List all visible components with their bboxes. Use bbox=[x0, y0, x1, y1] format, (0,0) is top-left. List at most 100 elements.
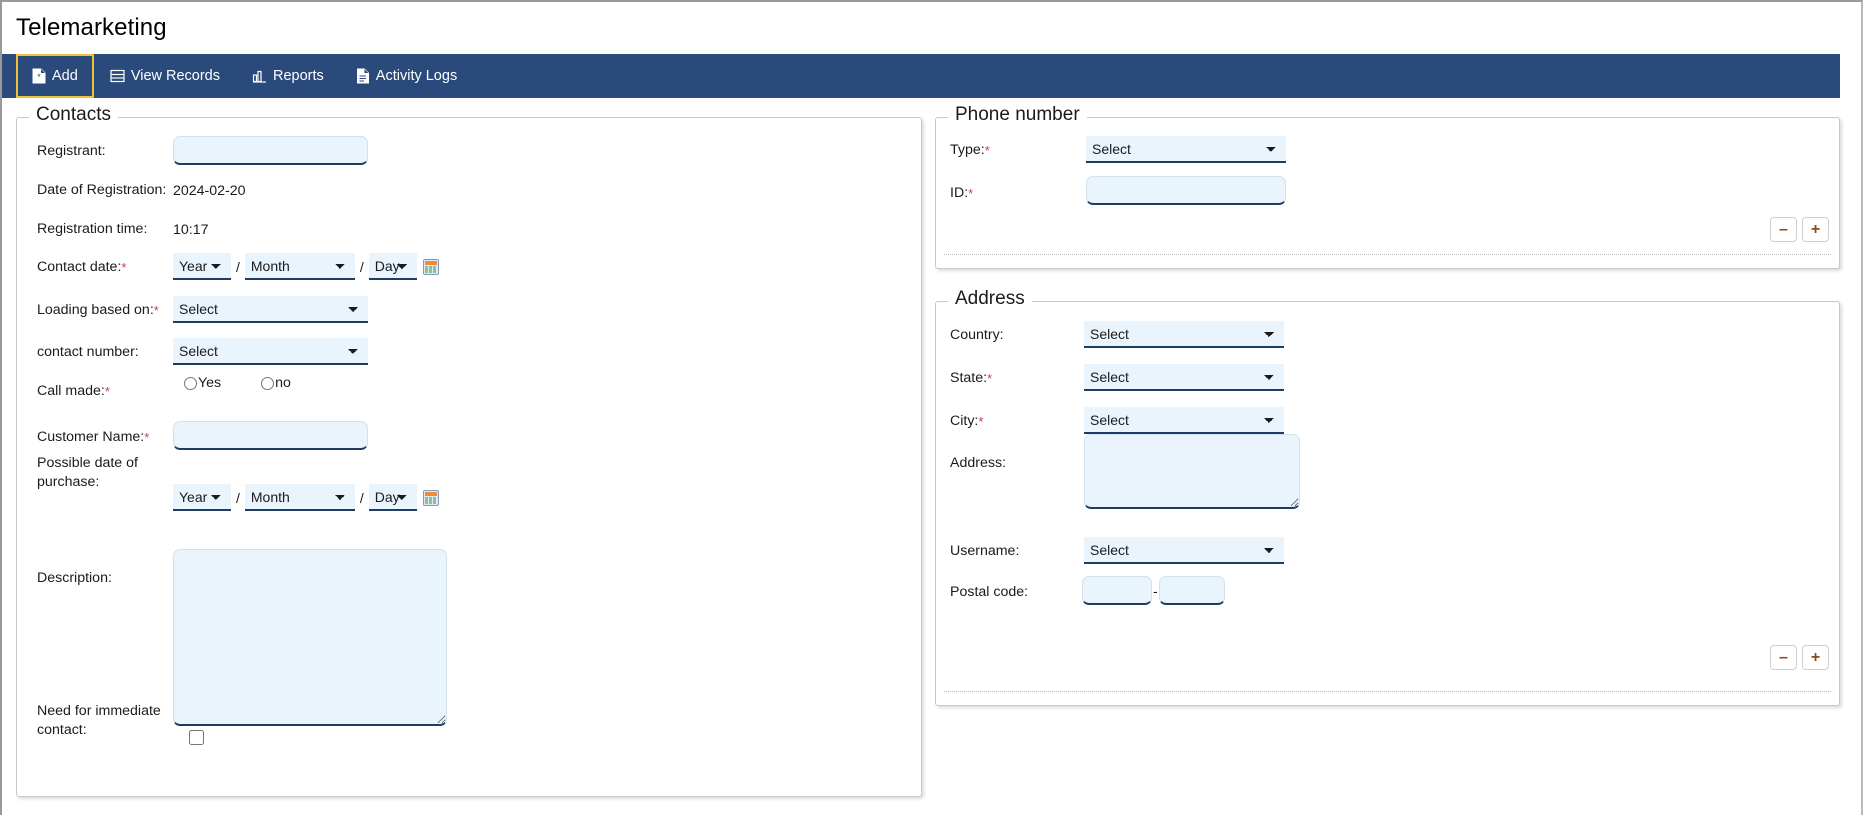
address-field-label: Address: bbox=[950, 455, 1006, 471]
document-log-icon bbox=[356, 68, 370, 84]
country-label: Country: bbox=[950, 327, 1004, 343]
phone-type-label-wrap: Type: * bbox=[950, 141, 990, 160]
file-add-icon: * bbox=[32, 68, 46, 84]
city-label: City: bbox=[950, 413, 979, 429]
possible-date-year-select[interactable]: Year bbox=[173, 484, 231, 511]
customer-name-label: Customer Name: bbox=[37, 429, 145, 445]
need-immediate-contact-line2: contact: bbox=[37, 722, 87, 739]
postal-code-controls: - bbox=[1082, 576, 1225, 605]
loading-based-on-label-wrap: Loading based on: * bbox=[37, 301, 159, 320]
call-made-radio-no[interactable] bbox=[261, 376, 275, 390]
loading-based-on-label: Loading based on: bbox=[37, 302, 154, 318]
list-records-icon bbox=[110, 69, 125, 83]
loading-based-on-select[interactable]: Select bbox=[173, 296, 368, 323]
description-label: Description: bbox=[37, 570, 112, 586]
call-made-option-no[interactable]: no bbox=[261, 375, 331, 391]
page-title: Telemarketing bbox=[16, 14, 167, 41]
postal-code-label: Postal code: bbox=[950, 584, 1029, 600]
call-made-label-wrap: Call made: * bbox=[37, 382, 110, 401]
description-textarea[interactable] bbox=[173, 549, 447, 726]
contact-date-required: * bbox=[121, 260, 127, 276]
registrant-row: Registrant: bbox=[37, 142, 177, 161]
need-immediate-contact-checkbox[interactable] bbox=[189, 730, 204, 745]
phone-remove-row-button[interactable]: – bbox=[1770, 217, 1797, 242]
country-select[interactable]: Select bbox=[1084, 321, 1284, 348]
phone-id-input[interactable] bbox=[1086, 176, 1286, 205]
contact-date-label: Contact date: bbox=[37, 259, 122, 275]
tab-add-label: Add bbox=[52, 68, 78, 84]
need-immediate-contact-label-wrap: Need for immediate contact: bbox=[37, 702, 167, 740]
phone-panel-divider bbox=[944, 254, 1831, 255]
username-label-wrap: Username: bbox=[950, 542, 1019, 561]
loading-based-on-required: * bbox=[153, 303, 159, 319]
contact-number-select[interactable]: Select bbox=[173, 338, 368, 365]
date-of-registration-row: Date of Registration: 2024-02-20 bbox=[37, 181, 246, 200]
postal-code-part1-input[interactable] bbox=[1082, 576, 1152, 605]
state-label: State: bbox=[950, 370, 988, 386]
tab-view-records[interactable]: View Records bbox=[94, 54, 236, 98]
postal-code-label-wrap: Postal code: bbox=[950, 583, 1028, 602]
page-frame: Telemarketing * Add View Records Reports… bbox=[0, 0, 1863, 815]
registration-time-value: 10:17 bbox=[173, 221, 209, 238]
calendar-icon[interactable] bbox=[422, 258, 439, 275]
call-made-radio-yes[interactable] bbox=[184, 376, 197, 390]
customer-name-input[interactable] bbox=[173, 421, 368, 450]
postal-code-separator: - bbox=[1153, 582, 1158, 599]
state-required: * bbox=[987, 371, 993, 387]
possible-date-day-select[interactable]: Day bbox=[368, 484, 417, 511]
calendar-icon[interactable] bbox=[422, 489, 439, 506]
contact-date-month-select[interactable]: Month bbox=[244, 253, 355, 280]
phone-id-label: ID: bbox=[950, 185, 969, 201]
phone-type-select[interactable]: Select bbox=[1086, 136, 1286, 163]
tab-activity-logs[interactable]: Activity Logs bbox=[340, 54, 473, 98]
address-row-actions: – + bbox=[1770, 645, 1829, 670]
phone-number-legend: Phone number bbox=[948, 104, 1087, 126]
username-select[interactable]: Select bbox=[1084, 537, 1284, 564]
call-made-label: Call made: bbox=[37, 383, 105, 399]
call-made-label-yes: Yes bbox=[198, 375, 222, 391]
address-field-label-wrap: Address: bbox=[950, 454, 1006, 473]
contacts-panel: Contacts Registrant: Date of Registratio… bbox=[16, 104, 922, 797]
address-textarea[interactable] bbox=[1084, 434, 1300, 509]
address-panel-divider bbox=[944, 691, 1831, 692]
tab-add[interactable]: * Add bbox=[16, 54, 94, 98]
state-label-wrap: State: * bbox=[950, 369, 992, 388]
phone-type-label: Type: bbox=[950, 142, 985, 158]
address-add-row-button[interactable]: + bbox=[1802, 645, 1829, 670]
registrant-label: Registrant: bbox=[37, 143, 106, 159]
postal-code-part2-input[interactable] bbox=[1158, 576, 1225, 605]
phone-add-row-button[interactable]: + bbox=[1802, 217, 1829, 242]
date-of-registration-value: 2024-02-20 bbox=[173, 182, 246, 199]
customer-name-label-wrap: Customer Name: * bbox=[37, 428, 149, 447]
call-made-option-yes[interactable]: Yes bbox=[184, 375, 261, 391]
tab-reports-label: Reports bbox=[273, 68, 324, 84]
customer-name-required: * bbox=[144, 430, 150, 446]
state-select[interactable]: Select bbox=[1084, 364, 1284, 391]
call-made-required: * bbox=[104, 384, 110, 400]
address-remove-row-button[interactable]: – bbox=[1770, 645, 1797, 670]
contact-date-year-select[interactable]: Year bbox=[173, 253, 231, 280]
contact-number-label: contact number: bbox=[37, 344, 139, 360]
possible-date-sep-2: / bbox=[359, 489, 364, 506]
contact-date-sep-2: / bbox=[359, 258, 364, 275]
address-legend: Address bbox=[948, 288, 1032, 310]
need-immediate-contact-line1: Need for immediate bbox=[37, 703, 161, 719]
city-required: * bbox=[978, 414, 984, 430]
contact-date-controls: Year / Month / Day bbox=[173, 253, 439, 280]
tab-reports[interactable]: Reports bbox=[236, 54, 340, 98]
phone-row-actions: – + bbox=[1770, 217, 1829, 242]
city-label-wrap: City: * bbox=[950, 412, 983, 431]
contact-number-label-wrap: contact number: bbox=[37, 343, 139, 362]
phone-type-required: * bbox=[984, 143, 990, 159]
city-select[interactable]: Select bbox=[1084, 407, 1284, 434]
contact-date-day-select[interactable]: Day bbox=[368, 253, 417, 280]
call-made-radio-group: Yes no bbox=[184, 375, 331, 391]
registrant-input[interactable] bbox=[173, 136, 368, 165]
possible-date-month-select[interactable]: Month bbox=[244, 484, 355, 511]
possible-date-label-line2: purchase: bbox=[37, 474, 100, 491]
possible-date-controls: Year / Month / Day bbox=[173, 484, 439, 511]
svg-text:*: * bbox=[37, 72, 41, 82]
tab-activity-logs-label: Activity Logs bbox=[375, 68, 458, 84]
registration-time-row: Registration time: 10:17 bbox=[37, 220, 209, 239]
country-label-wrap: Country: bbox=[950, 326, 1004, 345]
